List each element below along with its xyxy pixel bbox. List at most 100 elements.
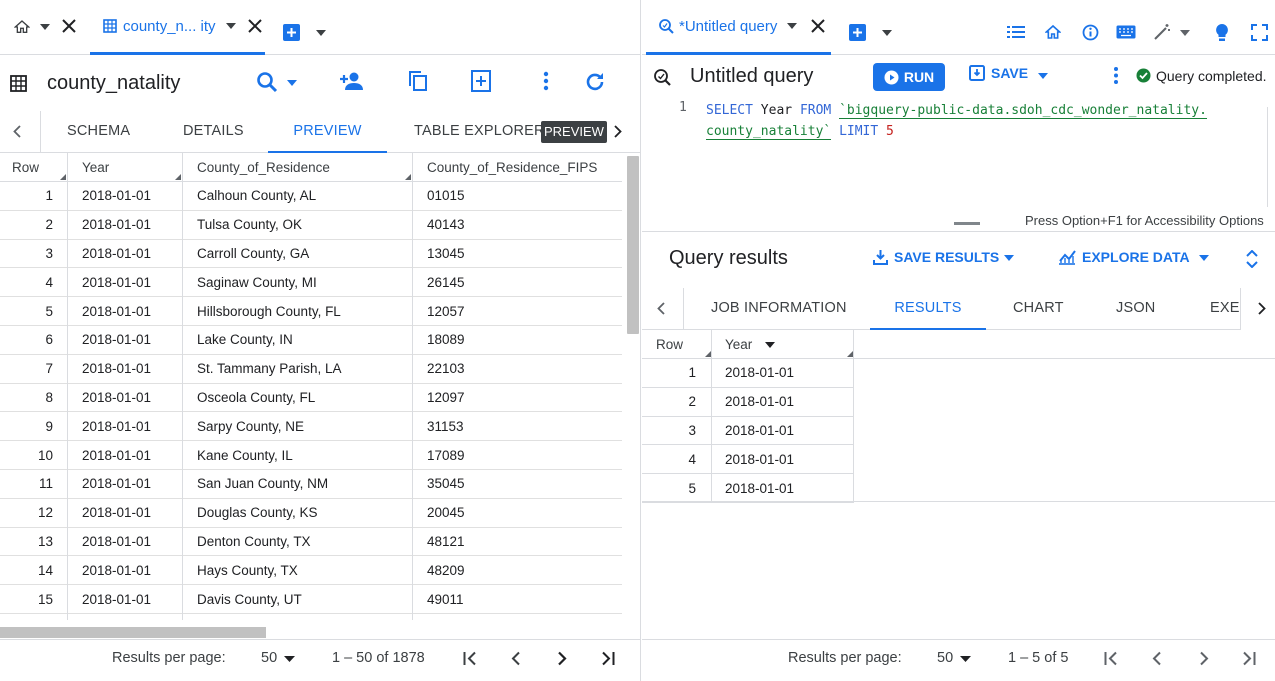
next-page-icon[interactable] [557, 651, 567, 666]
chevron-down-icon[interactable] [40, 24, 50, 30]
expand-icon[interactable] [1246, 250, 1258, 268]
fullscreen-icon[interactable] [1251, 24, 1268, 41]
county-cell: San Juan County, NM [197, 476, 329, 492]
row-number: 2 [45, 217, 53, 233]
tab-results[interactable]: RESULTS [870, 288, 986, 330]
last-page-icon[interactable] [1242, 651, 1256, 666]
editor-resize-handle[interactable] [954, 222, 980, 225]
home-icon[interactable] [14, 19, 30, 35]
per-page-select[interactable]: 50 [261, 650, 277, 666]
query-icon [658, 18, 674, 34]
table-row: 10 2018-01-01 Kane County, IL 17089 [0, 441, 622, 470]
tab-details[interactable]: DETAILS [183, 111, 244, 153]
results-table: Row Year 1 2018-01-01 2 2018-01-01 3 2018-01-… [642, 330, 1275, 503]
sql-editor[interactable]: 1 SELECT Year FROM `bigquery-public-data… [642, 97, 1275, 213]
lightbulb-icon[interactable] [1215, 23, 1229, 42]
column-resize-handle[interactable] [405, 174, 411, 180]
chevron-down-icon[interactable] [1199, 255, 1209, 261]
sort-desc-icon[interactable] [765, 342, 775, 348]
county-cell: Saginaw County, MI [197, 274, 317, 290]
tab-chart[interactable]: CHART [1013, 288, 1064, 330]
fips-cell: 17089 [427, 447, 465, 463]
copy-icon[interactable] [408, 70, 428, 92]
chevron-right-icon[interactable] [1258, 302, 1266, 315]
close-icon[interactable] [247, 19, 262, 33]
search-icon[interactable] [256, 71, 278, 93]
last-page-icon[interactable] [601, 651, 615, 666]
tab-table-explorer[interactable]: TABLE EXPLORER [414, 111, 545, 153]
table-row: 15 2018-01-01 Davis County, UT 49011 [0, 585, 622, 614]
magic-wand-icon[interactable] [1153, 23, 1171, 41]
chevron-down-icon[interactable] [287, 80, 297, 86]
year-cell: 2018-01-01 [725, 365, 795, 381]
chevron-down-icon[interactable] [1038, 73, 1048, 79]
run-button[interactable]: RUN [873, 63, 945, 91]
first-page-icon[interactable] [1104, 651, 1118, 666]
chevron-down-icon[interactable] [882, 30, 892, 36]
prev-page-icon[interactable] [1152, 651, 1162, 666]
year-cell: 2018-01-01 [82, 217, 152, 233]
column-resize-handle[interactable] [175, 174, 181, 180]
prev-page-icon[interactable] [511, 651, 521, 666]
row-number: 2 [688, 394, 696, 410]
info-icon[interactable] [1082, 24, 1099, 41]
tab-label: *Untitled query [679, 17, 778, 35]
tab-job-information[interactable]: JOB INFORMATION [711, 288, 847, 330]
first-page-icon[interactable] [463, 651, 477, 666]
header-year[interactable]: Year [82, 153, 109, 181]
row-number: 5 [688, 480, 696, 496]
preview-table: Row Year County_of_Residence County_of_R… [0, 153, 622, 614]
chevron-left-icon[interactable] [657, 302, 665, 315]
add-tab-icon[interactable] [283, 24, 300, 41]
keyboard-icon[interactable] [1116, 25, 1136, 39]
sql-code[interactable]: SELECT Year FROM `bigquery-public-data.s… [706, 100, 1207, 142]
chevron-down-icon[interactable] [960, 656, 971, 662]
chevron-down-icon[interactable] [787, 23, 798, 29]
per-page-label: Results per page: [788, 650, 902, 666]
add-tab-icon[interactable] [849, 24, 866, 41]
year-cell: 2018-01-01 [82, 447, 152, 463]
snapshot-icon[interactable] [471, 70, 491, 92]
next-page-icon[interactable] [1199, 651, 1209, 666]
explore-data-button[interactable]: EXPLORE DATA [1058, 249, 1190, 265]
table-row: 5 2018-01-01 Hillsborough County, FL 12057 [0, 297, 622, 326]
vertical-scrollbar[interactable] [627, 156, 639, 334]
chevron-down-icon[interactable] [1180, 30, 1190, 36]
tab-schema[interactable]: SCHEMA [67, 111, 130, 153]
close-icon[interactable] [62, 19, 76, 33]
header-county[interactable]: County_of_Residence [197, 153, 330, 181]
chevron-down-icon[interactable] [316, 30, 326, 36]
fips-cell: 40143 [427, 217, 465, 233]
header-year[interactable]: Year [725, 330, 752, 358]
list-icon[interactable] [1007, 25, 1025, 39]
chevron-down-icon[interactable] [225, 23, 236, 29]
page-title: county_natality [47, 72, 181, 94]
tab-preview[interactable]: PREVIEW [268, 111, 387, 153]
tab-county-natality[interactable]: county_n... ity [90, 0, 265, 55]
row-number: 6 [45, 332, 53, 348]
tab-untitled-query[interactable]: *Untitled query [646, 0, 831, 55]
close-icon[interactable] [811, 19, 826, 33]
home-icon[interactable] [1045, 24, 1061, 40]
tab-json[interactable]: JSON [1116, 288, 1155, 330]
header-fips[interactable]: County_of_Residence_FIPS [427, 153, 597, 181]
county-cell: Carroll County, GA [197, 245, 310, 261]
chevron-right-icon[interactable] [614, 125, 622, 138]
table-row: 2 2018-01-01 Tulsa County, OK 40143 [0, 211, 622, 240]
fips-cell: 20045 [427, 505, 465, 521]
results-subtabs: JOB INFORMATION RESULTS CHART JSON EXEC [642, 288, 1275, 330]
share-person-icon[interactable] [339, 71, 365, 91]
column-resize-handle[interactable] [60, 174, 66, 180]
per-page-select[interactable]: 50 [937, 650, 953, 666]
horizontal-scrollbar[interactable] [0, 627, 266, 638]
table-row: 14 2018-01-01 Hays County, TX 48209 [0, 556, 622, 586]
more-vert-icon[interactable] [1113, 66, 1119, 85]
more-vert-icon[interactable] [543, 71, 549, 91]
chevron-left-icon[interactable] [13, 125, 21, 138]
refresh-icon[interactable] [583, 70, 607, 94]
save-button[interactable]: SAVE [969, 65, 1028, 81]
save-results-button[interactable]: SAVE RESULTS [873, 249, 999, 265]
chevron-down-icon[interactable] [1004, 255, 1014, 261]
chevron-down-icon[interactable] [284, 656, 295, 662]
table-row: 2 2018-01-01 [642, 388, 854, 417]
